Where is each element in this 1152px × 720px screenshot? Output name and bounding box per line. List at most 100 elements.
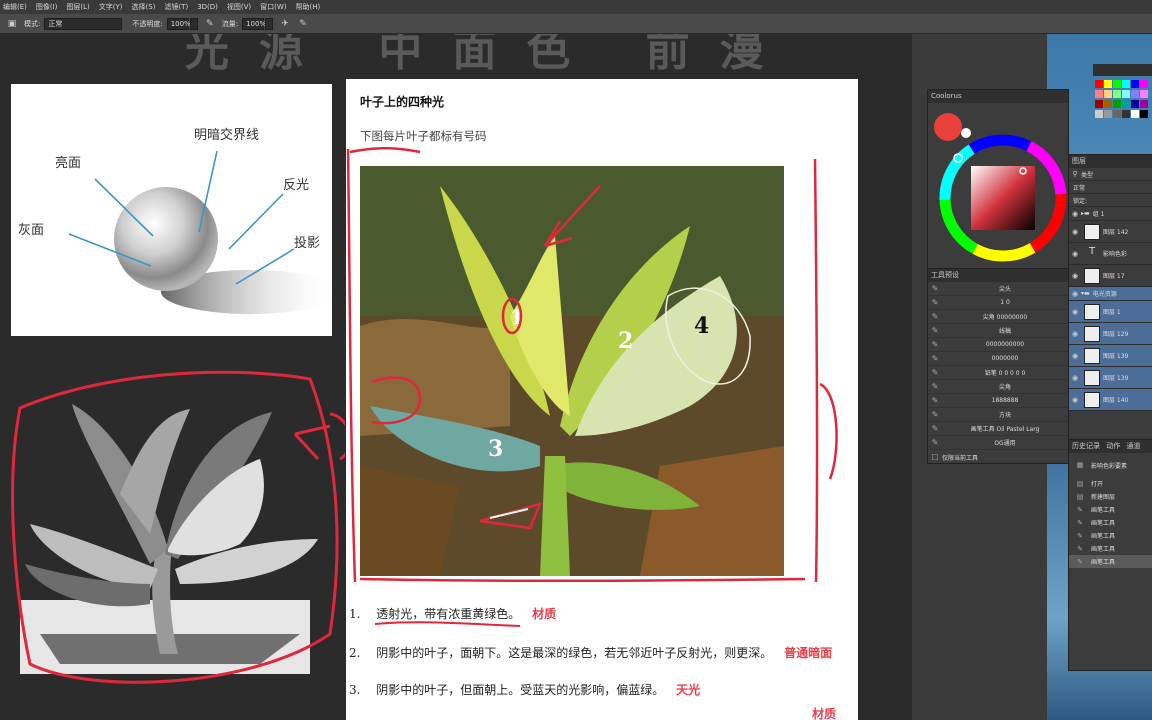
- opacity-dropdown-icon[interactable]: [189, 17, 198, 30]
- eye-icon[interactable]: ◉: [1069, 290, 1081, 298]
- opacity-input[interactable]: 100%: [166, 17, 191, 30]
- folder-icon: ▾▬: [1081, 290, 1090, 297]
- brush-icon: ✎: [931, 340, 939, 349]
- eye-icon[interactable]: ◉: [1069, 308, 1081, 316]
- background-color[interactable]: [961, 128, 971, 138]
- menu-filter[interactable]: 滤镜(T): [161, 2, 194, 12]
- eye-icon[interactable]: ◉: [1069, 396, 1081, 404]
- brush-preset-icon[interactable]: ▣: [6, 18, 18, 30]
- layer-row[interactable]: ◉ 图层 1: [1069, 301, 1152, 323]
- layers-lock[interactable]: 锁定:: [1069, 194, 1152, 207]
- layer-row[interactable]: ◉ 图层 139: [1069, 367, 1152, 389]
- history-item[interactable]: ✎ 画笔工具: [1069, 555, 1152, 568]
- eye-icon[interactable]: ◉: [1069, 210, 1081, 218]
- preset-row[interactable]: ✎ 铅笔 0 0 0 0 0: [928, 366, 1068, 380]
- flow-dropdown-icon[interactable]: [265, 17, 274, 30]
- checkbox-icon[interactable]: ☐: [928, 453, 942, 462]
- pressure-opacity-icon[interactable]: ✎: [204, 18, 216, 30]
- layer-row[interactable]: ◉ 图层 129: [1069, 323, 1152, 345]
- flow-label: 流量:: [221, 19, 239, 28]
- eye-icon[interactable]: ◉: [1069, 228, 1081, 236]
- brush-icon: ✎: [1077, 531, 1083, 540]
- layer-row[interactable]: ◉ ▸▬ 组 1: [1069, 207, 1152, 221]
- color-wheel[interactable]: [928, 103, 1068, 273]
- right-panels: Coolorus 工具预设 ✎ 尖头 ✎ 1 0 ✎ 尖角 00000000 ✎…: [912, 34, 1152, 720]
- preset-row[interactable]: ✎ 尖角 00000000: [928, 310, 1068, 324]
- preset-row[interactable]: ✎ 线稿: [928, 324, 1068, 338]
- preset-row[interactable]: ✎ 尖头: [928, 282, 1068, 296]
- menu-view[interactable]: 视图(V): [224, 2, 257, 12]
- layer-row[interactable]: ◉ 图层 17: [1069, 265, 1152, 287]
- menu-layer[interactable]: 图层(L): [63, 2, 95, 12]
- flow-input[interactable]: 100%: [242, 17, 266, 30]
- eye-icon[interactable]: ◉: [1069, 272, 1081, 280]
- airbrush-icon[interactable]: ✈: [279, 18, 291, 30]
- eye-icon[interactable]: ◉: [1069, 352, 1081, 360]
- brush-icon: ✎: [931, 368, 939, 377]
- opacity-label: 不透明度:: [132, 19, 163, 28]
- swatches-panel[interactable]: [1093, 64, 1152, 164]
- preset-row[interactable]: ✎ 1888888: [928, 394, 1068, 408]
- mode-label: 模式:: [24, 19, 41, 28]
- brush-icon: ✎: [931, 284, 939, 293]
- preset-row[interactable]: ✎ 0000000000: [928, 338, 1068, 352]
- history-item[interactable]: ✎ 画笔工具: [1069, 529, 1152, 542]
- layer-thumbnail: [1084, 391, 1100, 408]
- search-icon: ⚲: [1072, 170, 1078, 178]
- preset-row[interactable]: ✎ 1 0: [928, 296, 1068, 310]
- brush-icon: ✎: [931, 424, 939, 433]
- options-bar: ▣ 模式: 正常 不透明度: 100% ✎ 流量: 100% ✈ ✎: [0, 14, 1152, 34]
- history-item[interactable]: ▤ 打开: [1069, 477, 1152, 490]
- preset-row[interactable]: ✎ 尖角: [928, 380, 1068, 394]
- coolorus-title: Coolorus: [928, 90, 1068, 103]
- eye-icon[interactable]: ◉: [1069, 330, 1081, 338]
- text-layer-icon: T: [1088, 245, 1096, 257]
- brush-icon: ✎: [931, 410, 939, 419]
- eye-icon[interactable]: ◉: [1069, 250, 1081, 258]
- brush-icon: ✎: [1077, 505, 1083, 514]
- menu-window[interactable]: 窗口(W): [257, 2, 292, 12]
- layer-thumbnail: [1084, 325, 1100, 342]
- history-item[interactable]: ✎ 画笔工具: [1069, 542, 1152, 555]
- layer-thumbnail: [1084, 223, 1100, 240]
- tab-history[interactable]: 历史记录: [1072, 442, 1100, 450]
- history-item[interactable]: ▤ 新建图层: [1069, 490, 1152, 503]
- menu-select[interactable]: 选择(S): [129, 2, 162, 12]
- photoshop-window: 编辑(E) 图像(I) 图层(L) 文字(Y) 选择(S) 滤镜(T) 3D(D…: [0, 0, 1152, 720]
- layer-thumbnail: [1084, 267, 1100, 284]
- menu-edit[interactable]: 编辑(E): [0, 2, 33, 12]
- history-tabs: 历史记录 动作 通道: [1069, 440, 1152, 453]
- mode-select[interactable]: 正常: [44, 17, 123, 30]
- annotation-layer: [346, 146, 838, 627]
- document-canvas[interactable]: 光源 中面色 前漫 明暗交界线 亮面 反光 灰面 投影 叶子上的四种光 下图每片…: [0, 34, 912, 720]
- brush-icon: ✎: [931, 396, 939, 405]
- history-snapshot[interactable]: ▦ 影响色彩要素: [1069, 453, 1152, 477]
- preset-footer[interactable]: ☐ 仅限当前工具: [928, 450, 1068, 464]
- menu-type[interactable]: 文字(Y): [96, 2, 129, 12]
- layer-row[interactable]: ◉ ▾▬ 电光资源: [1069, 287, 1152, 301]
- layer-row[interactable]: ◉ T 影响色彩: [1069, 243, 1152, 265]
- brush-icon: ✎: [1077, 518, 1083, 527]
- brush-icon: ✎: [931, 354, 939, 363]
- preset-row[interactable]: ✎ OG通用: [928, 436, 1068, 450]
- eye-icon[interactable]: ◉: [1069, 374, 1081, 382]
- preset-row[interactable]: ✎ 0000000: [928, 352, 1068, 366]
- layer-row[interactable]: ◉ 图层 142: [1069, 221, 1152, 243]
- layers-title: 图层: [1069, 155, 1152, 168]
- menu-3d[interactable]: 3D(D): [194, 3, 224, 11]
- history-item[interactable]: ✎ 画笔工具: [1069, 516, 1152, 529]
- foreground-color[interactable]: [934, 113, 962, 141]
- history-item[interactable]: ✎ 画笔工具: [1069, 503, 1152, 516]
- menu-help[interactable]: 帮助(H): [293, 2, 327, 12]
- layers-filter[interactable]: ⚲ 类型: [1069, 168, 1152, 181]
- brush-icon: ✎: [931, 312, 939, 321]
- menu-image[interactable]: 图像(I): [33, 2, 64, 12]
- preset-row[interactable]: ✎ 方块: [928, 408, 1068, 422]
- layers-blend-mode[interactable]: 正常: [1069, 181, 1152, 194]
- tab-channels[interactable]: 通道: [1126, 442, 1140, 450]
- tab-actions[interactable]: 动作: [1106, 442, 1120, 450]
- layer-row[interactable]: ◉ 图层 139: [1069, 345, 1152, 367]
- pressure-size-icon[interactable]: ✎: [297, 18, 309, 30]
- preset-row[interactable]: ✎ 画笔工具 Oil Pastel Larg: [928, 422, 1068, 436]
- layer-row[interactable]: ◉ 图层 140: [1069, 389, 1152, 411]
